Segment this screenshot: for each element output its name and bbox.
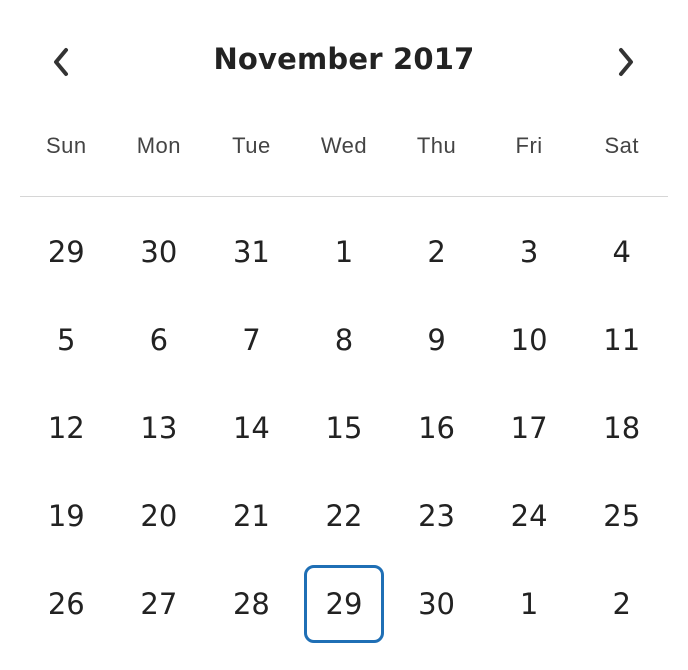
day-number: 24 bbox=[510, 499, 548, 533]
day-number: 19 bbox=[47, 499, 85, 533]
chevron-right-icon bbox=[616, 46, 636, 78]
calendar-day[interactable]: 17 bbox=[483, 384, 576, 472]
calendar-day[interactable]: 16 bbox=[390, 384, 483, 472]
calendar-day[interactable]: 22 bbox=[298, 472, 391, 560]
calendar-day[interactable]: 30 bbox=[390, 560, 483, 648]
calendar-day[interactable]: 7 bbox=[205, 296, 298, 384]
calendar-day[interactable]: 13 bbox=[113, 384, 206, 472]
weekday-label: Sat bbox=[604, 133, 639, 158]
calendar-day[interactable]: 8 bbox=[298, 296, 391, 384]
calendar-day[interactable]: 2 bbox=[390, 208, 483, 296]
calendar-day[interactable]: 12 bbox=[20, 384, 113, 472]
weekday-label: Fri bbox=[515, 133, 543, 158]
weekday-header-row: Sun Mon Tue Wed Thu Fri Sat bbox=[20, 126, 668, 166]
calendar-day[interactable]: 26 bbox=[20, 560, 113, 648]
calendar-day[interactable]: 9 bbox=[390, 296, 483, 384]
calendar-day[interactable]: 31 bbox=[205, 208, 298, 296]
day-number: 3 bbox=[519, 235, 539, 269]
calendar-day[interactable]: 30 bbox=[113, 208, 206, 296]
day-number: 9 bbox=[427, 323, 446, 357]
weekday-label: Wed bbox=[320, 133, 368, 158]
date-picker-calendar: November 2017 Sun Mon Tue Wed Thu Fri Sa… bbox=[0, 0, 688, 670]
calendar-day[interactable]: 5 bbox=[20, 296, 113, 384]
day-number: 4 bbox=[612, 235, 631, 269]
day-number: 29 bbox=[47, 235, 85, 269]
day-number: 12 bbox=[47, 411, 85, 445]
calendar-day-selected[interactable]: 29 bbox=[298, 560, 391, 648]
calendar-day[interactable]: 11 bbox=[575, 296, 668, 384]
weekday-label: Mon bbox=[136, 133, 181, 158]
calendar-day[interactable]: 18 bbox=[575, 384, 668, 472]
day-number: 27 bbox=[140, 587, 178, 621]
calendar-day[interactable]: 28 bbox=[205, 560, 298, 648]
weekday-label: Thu bbox=[416, 133, 457, 158]
calendar-day[interactable]: 15 bbox=[298, 384, 391, 472]
day-number: 2 bbox=[427, 235, 446, 269]
calendar-day[interactable]: 6 bbox=[113, 296, 206, 384]
day-number: 29 bbox=[303, 565, 384, 643]
calendar-day[interactable]: 24 bbox=[483, 472, 576, 560]
day-number: 23 bbox=[418, 499, 456, 533]
calendar-day[interactable]: 23 bbox=[390, 472, 483, 560]
day-number: 31 bbox=[232, 235, 270, 269]
calendar-day-grid: 29 30 31 1 2 3 4 5 6 7 8 9 10 11 12 13 14 15 16 17 18 19 20 21 2… bbox=[20, 208, 668, 648]
calendar-day[interactable]: 2 bbox=[575, 560, 668, 648]
calendar-day[interactable]: 19 bbox=[20, 472, 113, 560]
day-number: 21 bbox=[232, 499, 270, 533]
day-number: 28 bbox=[232, 587, 270, 621]
day-number: 26 bbox=[47, 587, 85, 621]
day-number: 18 bbox=[603, 411, 641, 445]
day-number: 17 bbox=[510, 411, 548, 445]
calendar-day[interactable]: 4 bbox=[575, 208, 668, 296]
day-number: 15 bbox=[325, 411, 363, 445]
day-number: 20 bbox=[140, 499, 178, 533]
calendar-day[interactable]: 29 bbox=[20, 208, 113, 296]
day-number: 11 bbox=[603, 323, 641, 357]
weekday-label: Tue bbox=[232, 133, 271, 158]
next-month-button[interactable] bbox=[601, 34, 651, 90]
day-number: 30 bbox=[418, 587, 456, 621]
calendar-day[interactable]: 1 bbox=[483, 560, 576, 648]
calendar-header: November 2017 bbox=[0, 28, 688, 94]
day-number: 13 bbox=[140, 411, 178, 445]
day-number: 22 bbox=[325, 499, 363, 533]
day-number: 6 bbox=[149, 323, 169, 357]
day-number: 2 bbox=[612, 587, 631, 621]
weekday-label: Sun bbox=[45, 133, 87, 158]
calendar-day[interactable]: 10 bbox=[483, 296, 576, 384]
day-number: 10 bbox=[510, 323, 548, 357]
header-divider bbox=[20, 196, 668, 197]
day-number: 16 bbox=[418, 411, 456, 445]
day-number: 30 bbox=[140, 235, 178, 269]
day-number: 25 bbox=[603, 499, 641, 533]
day-number: 8 bbox=[334, 323, 354, 357]
calendar-day[interactable]: 25 bbox=[575, 472, 668, 560]
day-number: 1 bbox=[519, 587, 539, 621]
calendar-day[interactable]: 14 bbox=[205, 384, 298, 472]
day-number: 14 bbox=[232, 411, 270, 445]
day-number: 1 bbox=[334, 235, 354, 269]
calendar-day[interactable]: 27 bbox=[113, 560, 206, 648]
calendar-day[interactable]: 21 bbox=[205, 472, 298, 560]
calendar-day[interactable]: 20 bbox=[113, 472, 206, 560]
calendar-day[interactable]: 3 bbox=[483, 208, 576, 296]
month-title: November 2017 bbox=[213, 42, 475, 76]
day-number: 5 bbox=[57, 323, 76, 357]
calendar-day[interactable]: 1 bbox=[298, 208, 391, 296]
day-number: 7 bbox=[242, 323, 261, 357]
